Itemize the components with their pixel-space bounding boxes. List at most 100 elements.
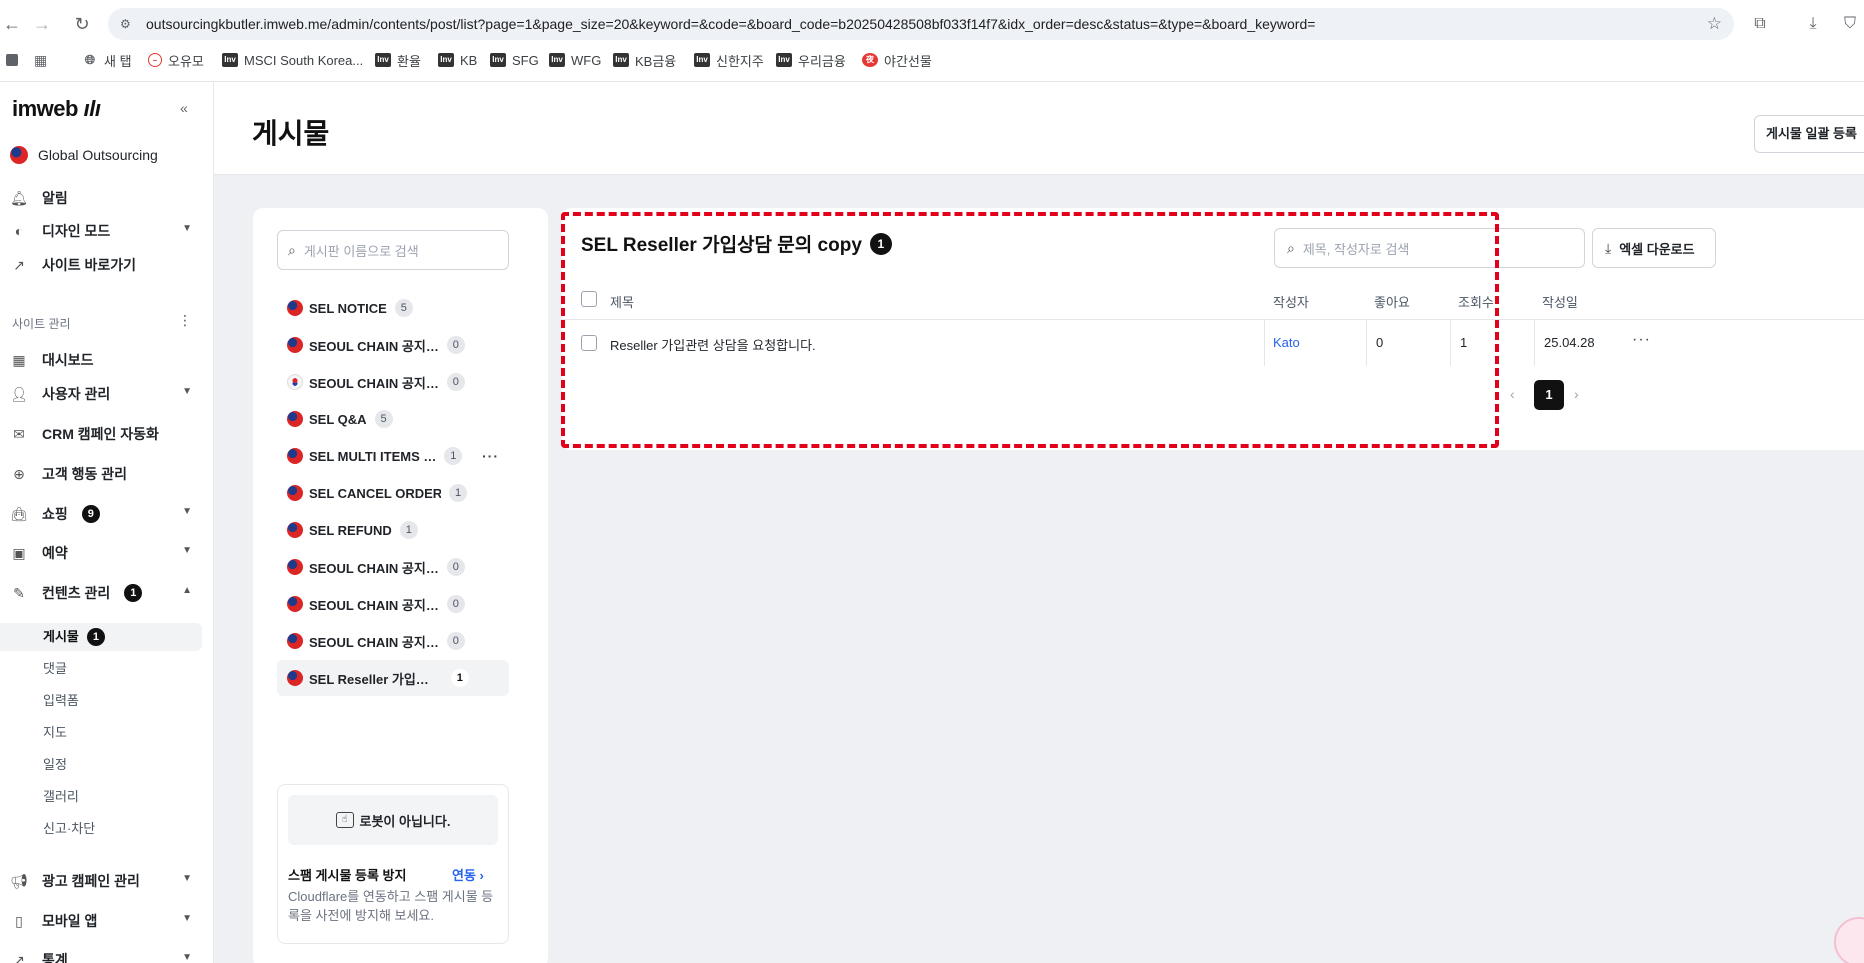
- column-date[interactable]: 작성일: [1542, 292, 1578, 311]
- taiwan-flag-icon: [287, 485, 303, 501]
- grid-icon[interactable]: ▦: [34, 50, 47, 70]
- bookmark-label: KB: [460, 52, 478, 68]
- row-checkbox[interactable]: [581, 335, 597, 351]
- bookmark-exchange[interactable]: Inv 환율: [375, 50, 421, 70]
- menu-customer-behavior[interactable]: ⊕ 고객 행동 관리: [10, 460, 200, 488]
- menu-site-shortcut[interactable]: ↗ 사이트 바로가기: [10, 251, 200, 279]
- board-title: SEL Reseller 가입상담 문의 copy 1: [581, 230, 892, 257]
- url-text[interactable]: outsourcingkbutler.imweb.me/admin/conten…: [146, 16, 1315, 32]
- forward-icon[interactable]: →: [30, 12, 54, 36]
- menu-statistics[interactable]: ↗ 통계 ▼: [10, 946, 200, 963]
- spam-description: Cloudflare를 연동하고 스팸 게시물 등록을 사전에 방지해 보세요.: [288, 889, 494, 923]
- board-item[interactable]: SEOUL CHAIN 공지… 0: [277, 586, 509, 622]
- board-name: SEL NOTICE: [309, 300, 387, 316]
- submenu-posts[interactable]: 게시물 1: [0, 623, 202, 651]
- menu-crm[interactable]: ✉ CRM 캠페인 자동화: [10, 420, 200, 448]
- bookmark-wfg[interactable]: Inv WFG: [549, 50, 601, 70]
- connect-link[interactable]: 연동 ›: [452, 865, 484, 884]
- browser-toolbar: ← → ↻ ⚙ outsourcingkbutler.imweb.me/admi…: [0, 0, 1864, 82]
- board-item[interactable]: SEOUL CHAIN 공지… 0: [277, 364, 509, 400]
- inv-icon: Inv: [375, 53, 391, 67]
- post-likes-cell: 0: [1376, 335, 1384, 350]
- select-all-checkbox[interactable]: [581, 291, 597, 307]
- bookmark-kb[interactable]: Inv KB: [438, 50, 477, 70]
- table-row[interactable]: Reseller 가입관련 상담을 요청합니다. Kato 0 1 25.04.…: [562, 320, 1864, 366]
- menu-label: 사용자 관리: [42, 386, 111, 402]
- logo-text: imweb: [12, 96, 78, 121]
- board-item-active[interactable]: SEL Reseller 가입… 1: [277, 660, 509, 696]
- next-page-icon[interactable]: ›: [1574, 386, 1579, 402]
- submenu-input-form[interactable]: 입력폼: [0, 687, 202, 715]
- download-icon[interactable]: ⤓: [1801, 12, 1825, 36]
- inv-icon: Inv: [694, 53, 710, 67]
- column-likes[interactable]: 좋아요: [1374, 292, 1410, 311]
- shield-icon[interactable]: ⛉: [1838, 12, 1862, 36]
- board-item[interactable]: SEOUL CHAIN 공지… 0: [277, 549, 509, 585]
- menu-reservation[interactable]: ▣ 예약 ▼: [10, 539, 200, 567]
- menu-mobile-app[interactable]: ▯ 모바일 앱 ▼: [10, 907, 200, 935]
- bookmark-shinhan[interactable]: Inv 신한지주: [694, 50, 764, 70]
- reload-icon[interactable]: ↻: [70, 12, 94, 36]
- column-title[interactable]: 제목: [610, 292, 634, 311]
- board-item[interactable]: SEL NOTICE 5: [277, 290, 509, 326]
- submenu-comments[interactable]: 댓글: [0, 655, 202, 683]
- bookmark-label: SFG: [512, 52, 539, 68]
- board-item[interactable]: SEL MULTI ITEMS … 1 ···: [277, 438, 509, 474]
- menu-shopping[interactable]: 👜︎ 쇼핑 9 ▼: [10, 500, 200, 528]
- submenu-gallery[interactable]: 갤러리: [0, 783, 202, 811]
- bookmark-new-tab[interactable]: 🌐︎ 새 탭: [82, 50, 132, 70]
- prev-page-icon[interactable]: ‹: [1510, 386, 1515, 402]
- bulk-register-button[interactable]: 게시물 일괄 등록: [1754, 115, 1864, 153]
- collapse-sidebar-icon[interactable]: «: [180, 100, 196, 116]
- row-more-icon[interactable]: ···: [1632, 331, 1651, 349]
- menu-label: 통계: [42, 952, 68, 963]
- menu-content-management[interactable]: ✎ 컨텐츠 관리 1 ▲: [10, 579, 200, 607]
- apps-icon[interactable]: [6, 50, 18, 70]
- bookmark-night-futures[interactable]: 夜 야간선물: [862, 50, 932, 70]
- submenu-report-block[interactable]: 신고·차단: [0, 815, 202, 843]
- column-author[interactable]: 작성자: [1273, 292, 1309, 311]
- post-search-input[interactable]: ⌕ 제목, 작성자로 검색: [1274, 228, 1585, 268]
- bookmark-star-icon[interactable]: ☆: [1707, 14, 1722, 34]
- board-item[interactable]: SEOUL CHAIN 공지… 0: [277, 327, 509, 363]
- post-author-cell[interactable]: Kato: [1273, 335, 1300, 350]
- site-selector[interactable]: Global Outsourcing: [10, 146, 158, 164]
- menu-notifications[interactable]: 🔔︎ 알림: [10, 184, 200, 212]
- menu-ad-campaign[interactable]: 📢︎ 광고 캠페인 관리 ▼: [10, 867, 200, 895]
- calendar-icon: ▣: [12, 544, 26, 561]
- mobile-icon: ▯: [15, 912, 23, 929]
- section-more-icon[interactable]: ⋮: [178, 312, 192, 329]
- back-icon[interactable]: ←: [0, 12, 24, 36]
- posts-badge: 1: [86, 628, 105, 646]
- excel-download-button[interactable]: ⤓ 엑셀 다운로드: [1592, 228, 1716, 268]
- bookmark-sfg[interactable]: Inv SFG: [490, 50, 539, 70]
- more-options-icon[interactable]: ···: [482, 448, 499, 464]
- bookmark-oyumo[interactable]: – 오유모: [148, 50, 204, 70]
- address-bar[interactable]: ⚙ outsourcingkbutler.imweb.me/admin/cont…: [108, 8, 1734, 40]
- board-name: SEL Q&A: [309, 411, 367, 427]
- bookmark-kb-finance[interactable]: Inv KB금융: [613, 50, 676, 70]
- menu-dashboard[interactable]: ▦ 대시보드: [10, 346, 200, 374]
- column-views[interactable]: 조회수: [1458, 292, 1494, 311]
- site-info-icon[interactable]: ⚙: [120, 16, 136, 32]
- board-item[interactable]: SEL Q&A 5: [277, 401, 509, 437]
- menu-user-management[interactable]: 👤︎ 사용자 관리 ▼: [10, 380, 200, 408]
- submenu-label: 지도: [43, 725, 67, 740]
- chevron-down-icon: ▼: [182, 913, 192, 924]
- extensions-icon[interactable]: ⧉: [1748, 12, 1772, 36]
- board-item[interactable]: SEOUL CHAIN 공지… 0: [277, 623, 509, 659]
- board-search-input[interactable]: ⌕ 게시판 이름으로 검색: [277, 230, 509, 270]
- imweb-logo[interactable]: imweb ılı: [12, 96, 101, 122]
- post-title-cell[interactable]: Reseller 가입관련 상담을 요청합니다.: [610, 335, 816, 354]
- menu-design-mode[interactable]: ◐ 디자인 모드 ▼: [10, 217, 200, 245]
- board-item[interactable]: SEL REFUND 1: [277, 512, 509, 548]
- bell-icon: 🔔︎: [10, 189, 28, 206]
- board-item[interactable]: SEL CANCEL ORDER 1: [277, 475, 509, 511]
- page-number-current[interactable]: 1: [1534, 380, 1564, 410]
- taiwan-flag-icon: [287, 559, 303, 575]
- submenu-map[interactable]: 지도: [0, 719, 202, 747]
- bookmark-woori[interactable]: Inv 우리금융: [776, 50, 846, 70]
- board-search-placeholder: 게시판 이름으로 검색: [303, 243, 419, 259]
- submenu-schedule[interactable]: 일정: [0, 751, 202, 779]
- bookmark-msci[interactable]: Inv MSCI South Korea...: [222, 50, 363, 70]
